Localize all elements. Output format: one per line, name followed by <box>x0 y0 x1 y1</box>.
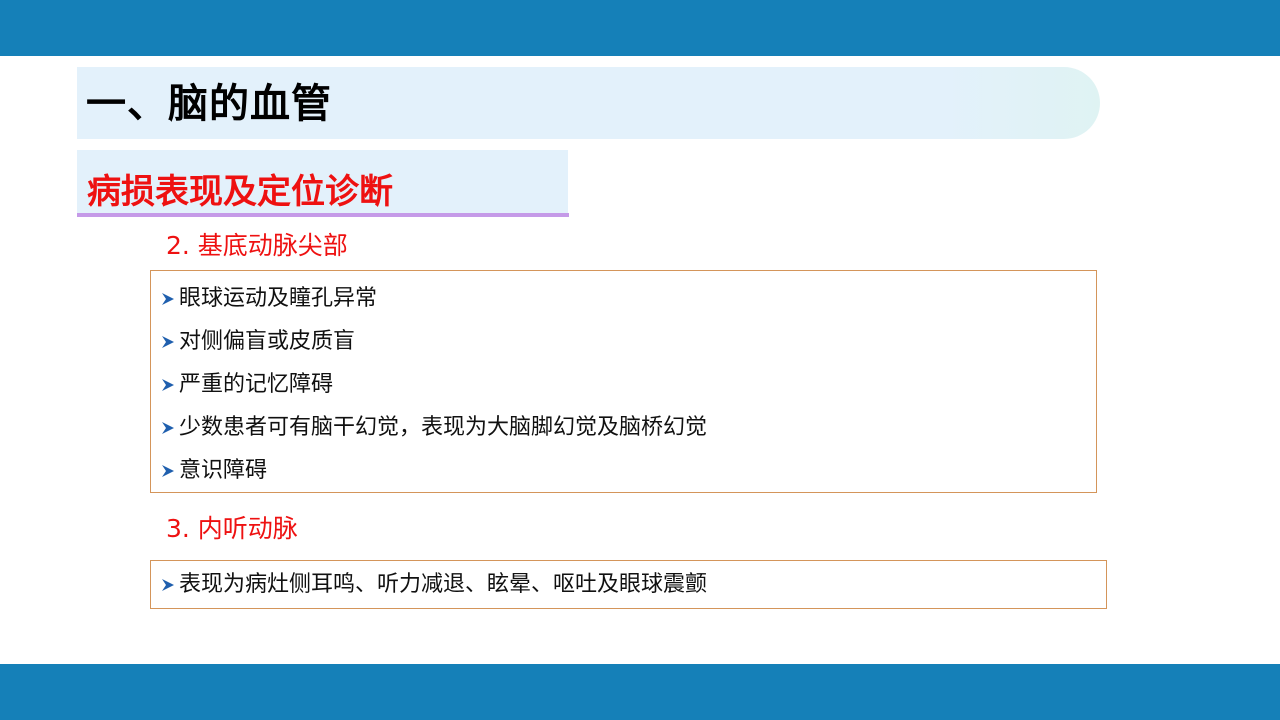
list-item-text: 表现为病灶侧耳鸣、听力减退、眩晕、呕吐及眼球震颤 <box>179 572 708 597</box>
arrow-bullet-icon <box>162 293 174 305</box>
list-item-text: 少数患者可有脑干幻觉，表现为大脑脚幻觉及脑桥幻觉 <box>179 415 708 440</box>
section-heading-internal-auditory: 3. 内听动脉 <box>166 514 298 543</box>
list-item-text: 眼球运动及瞳孔异常 <box>179 286 378 311</box>
list-item-text: 对侧偏盲或皮质盲 <box>179 329 356 354</box>
arrow-bullet-icon <box>162 465 174 477</box>
bottom-footer-bar <box>0 664 1280 720</box>
list-item: 严重的记忆障碍 <box>161 369 333 401</box>
bullet-list-internal-auditory: 表现为病灶侧耳鸣、听力减退、眩晕、呕吐及眼球震颤 <box>150 560 1107 609</box>
bullet-list-basilar-apex: 眼球运动及瞳孔异常 对侧偏盲或皮质盲 严重的记忆障碍 少数患者可有脑干幻觉，表现… <box>150 270 1097 493</box>
top-header-bar <box>0 0 1280 56</box>
arrow-bullet-icon <box>162 379 174 391</box>
list-item-text: 严重的记忆障碍 <box>179 372 334 397</box>
arrow-bullet-icon <box>162 422 174 434</box>
section-heading-basilar-apex: 2. 基底动脉尖部 <box>166 231 348 260</box>
arrow-bullet-icon <box>162 336 174 348</box>
list-item: 对侧偏盲或皮质盲 <box>161 326 355 358</box>
list-item: 眼球运动及瞳孔异常 <box>161 283 377 315</box>
list-item: 意识障碍 <box>161 455 267 487</box>
list-item: 少数患者可有脑干幻觉，表现为大脑脚幻觉及脑桥幻觉 <box>161 412 707 444</box>
arrow-bullet-icon <box>162 579 174 591</box>
slide-subtitle: 病损表现及定位诊断 <box>87 172 393 212</box>
slide-title: 一、脑的血管 <box>86 81 332 127</box>
list-item: 表现为病灶侧耳鸣、听力减退、眩晕、呕吐及眼球震颤 <box>161 569 707 601</box>
list-item-text: 意识障碍 <box>179 458 268 483</box>
